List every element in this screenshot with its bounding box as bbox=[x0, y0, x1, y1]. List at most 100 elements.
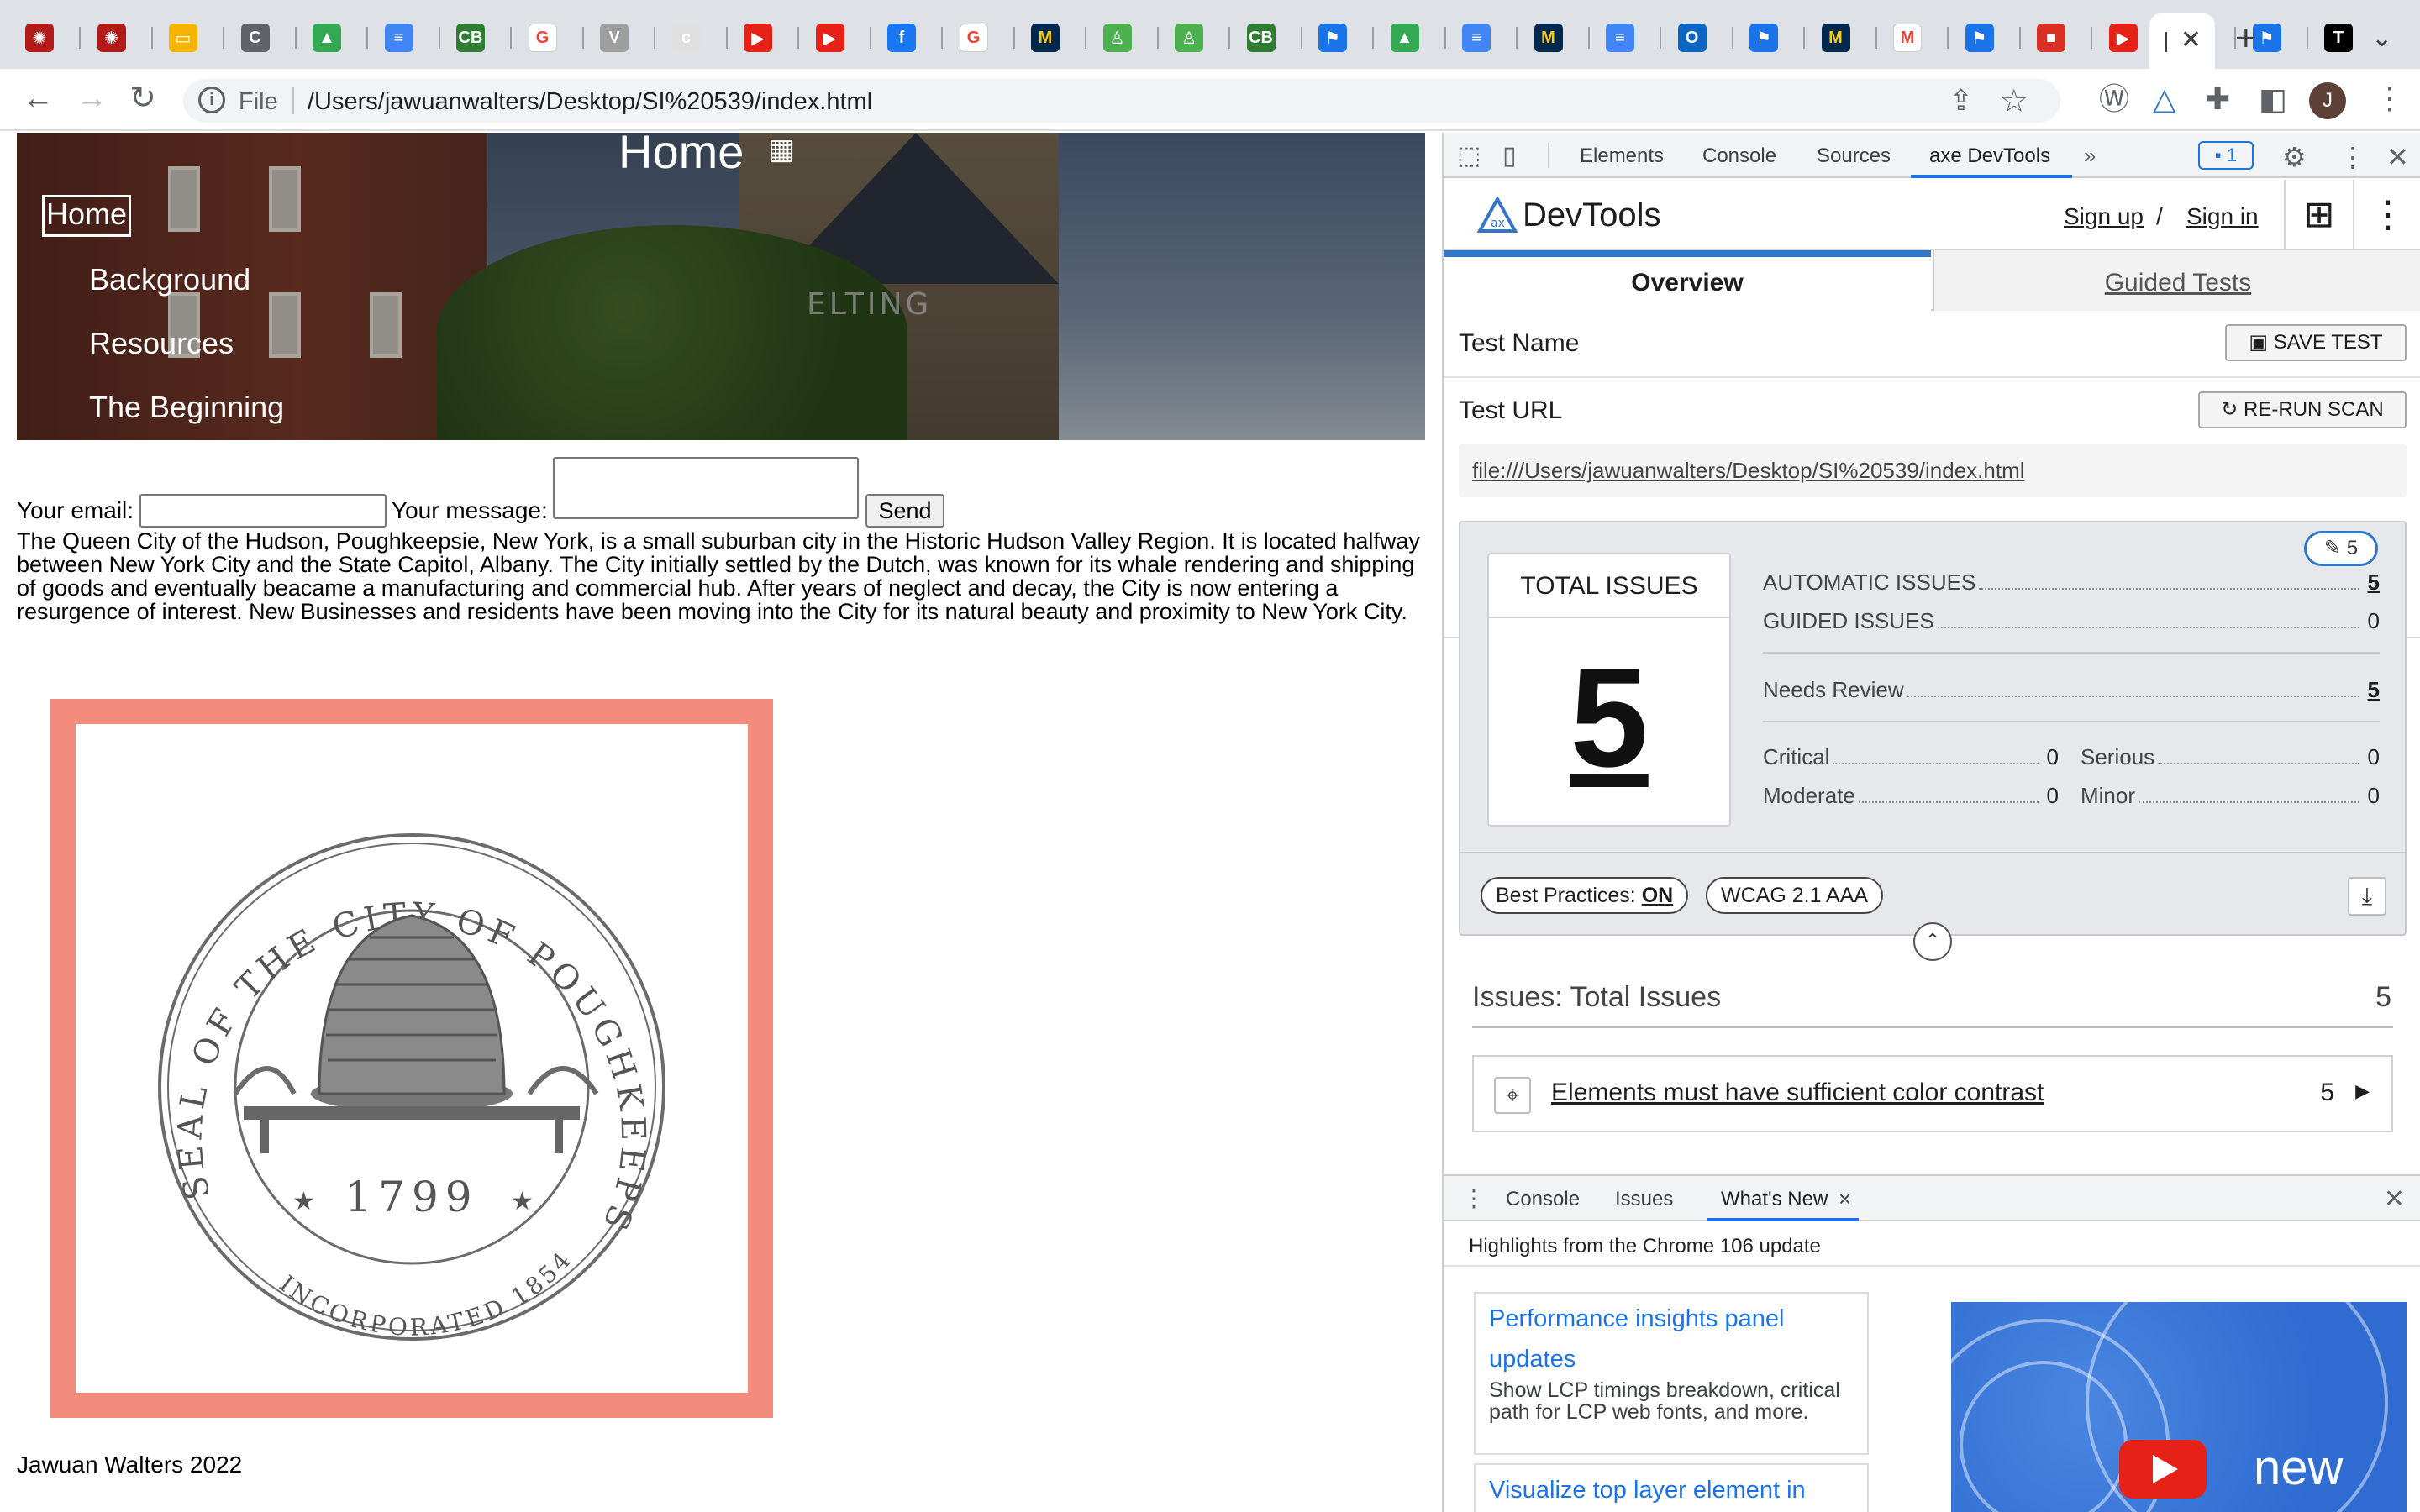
new-tab-button[interactable]: + bbox=[2235, 20, 2257, 57]
csis-icon[interactable]: c bbox=[671, 24, 701, 52]
nav-link-home[interactable]: Home bbox=[42, 195, 132, 237]
rerun-scan-button[interactable]: ↻ RE-RUN SCAN bbox=[2198, 391, 2407, 428]
close-drawer-icon[interactable]: ✕ bbox=[2384, 1184, 2405, 1214]
whats-new-card-title[interactable]: Visualize top layer element in bbox=[1489, 1470, 1854, 1510]
cb-icon[interactable]: CB bbox=[1246, 24, 1276, 52]
vanderbilt-icon[interactable]: V bbox=[600, 24, 629, 52]
test-url-link[interactable]: file:///Users/jawuanwalters/Desktop/SI%2… bbox=[1459, 444, 2407, 497]
tab-guided-tests[interactable]: Guided Tests bbox=[1933, 250, 2420, 311]
bag-icon[interactable]: ■ bbox=[2037, 24, 2065, 52]
more-tabs-chevron-icon[interactable]: » bbox=[2084, 143, 2096, 169]
slides-icon[interactable]: ▭ bbox=[169, 24, 197, 52]
extensions-puzzle-icon[interactable]: ✚ bbox=[2205, 84, 2230, 114]
tab-search-chevron-icon[interactable]: ⌄ bbox=[2371, 24, 2392, 53]
email-field[interactable] bbox=[139, 494, 387, 528]
nyt-icon[interactable]: T bbox=[2324, 24, 2353, 52]
collapse-summary-icon[interactable]: ⌃ bbox=[1913, 922, 1952, 961]
issue-row[interactable]: ⌖ Elements must have sufficient color co… bbox=[1472, 1055, 2393, 1132]
back-icon[interactable]: ← bbox=[22, 82, 54, 114]
michigan-icon[interactable]: M bbox=[1031, 24, 1060, 52]
site-info-icon[interactable]: i bbox=[198, 87, 225, 113]
chevron-right-icon[interactable]: ▶ bbox=[2355, 1080, 2370, 1102]
docs-icon[interactable]: ≡ bbox=[384, 24, 413, 52]
axe-extension-icon[interactable]: △ bbox=[2153, 84, 2176, 114]
new-test-icon[interactable]: ⊞ bbox=[2284, 180, 2353, 250]
michigan-icon[interactable]: M bbox=[1821, 24, 1850, 52]
cb-icon[interactable]: CB bbox=[456, 24, 485, 52]
active-tab[interactable]: ✕ bbox=[2149, 13, 2215, 69]
youtube-icon[interactable]: ▶ bbox=[744, 24, 772, 52]
inspect-element-icon[interactable]: ⬚ bbox=[1457, 141, 1481, 171]
whats-new-video-thumbnail[interactable]: new bbox=[1951, 1302, 2407, 1512]
message-field[interactable] bbox=[553, 457, 859, 519]
whats-new-card[interactable]: Visualize top layer element in bbox=[1474, 1463, 1869, 1512]
whats-new-card[interactable]: Performance insights panel updates Show … bbox=[1474, 1292, 1869, 1455]
nav-link-resources[interactable]: Resources bbox=[89, 323, 284, 386]
send-button[interactable]: Send bbox=[865, 494, 944, 528]
docs-icon[interactable]: ≡ bbox=[1606, 24, 1634, 52]
google-icon[interactable]: G bbox=[959, 24, 988, 52]
flag-icon[interactable]: ⚑ bbox=[1749, 24, 1778, 52]
cornell-icon[interactable]: ✺ bbox=[97, 24, 126, 52]
youtube-play-icon[interactable] bbox=[2119, 1440, 2207, 1499]
device-toolbar-icon[interactable]: ▯ bbox=[1502, 141, 1517, 171]
statue-icon[interactable]: ♙ bbox=[1175, 24, 1203, 52]
drawer-tab-issues[interactable]: Issues bbox=[1615, 1188, 1673, 1211]
stat-value-automatic[interactable]: 5 bbox=[2368, 570, 2380, 596]
statue-icon[interactable]: ♙ bbox=[1102, 24, 1132, 52]
tab-sources[interactable]: Sources bbox=[1817, 144, 1891, 168]
avatar[interactable]: J bbox=[2309, 82, 2346, 119]
side-panel-icon[interactable]: ◧ bbox=[2259, 84, 2287, 114]
issue-title[interactable]: Elements must have sufficient color cont… bbox=[1551, 1079, 2044, 1107]
best-practices-toggle[interactable]: Best Practices: ON bbox=[1481, 877, 1689, 914]
flag-icon[interactable]: ⚑ bbox=[1318, 24, 1347, 52]
tab-elements[interactable]: Elements bbox=[1580, 144, 1664, 168]
wcag-standard-chip[interactable]: WCAG 2.1 AAA bbox=[1706, 877, 1884, 914]
nav-link-background[interactable]: Background bbox=[89, 259, 284, 323]
wordpress-extension-icon[interactable]: Ⓦ bbox=[2099, 84, 2129, 114]
issues-badge[interactable]: ▪ 1 bbox=[2198, 141, 2254, 170]
reload-icon[interactable]: ↻ bbox=[129, 82, 156, 114]
drive-icon[interactable]: ▲ bbox=[313, 24, 341, 52]
flag-icon[interactable]: ⚑ bbox=[1965, 24, 1994, 52]
sign-up-link[interactable]: Sign up bbox=[2064, 203, 2144, 230]
close-devtools-icon[interactable]: ✕ bbox=[2386, 141, 2409, 173]
address-bar[interactable]: i File /Users/jawuanwalters/Desktop/SI%2… bbox=[183, 79, 2060, 123]
save-test-button[interactable]: ▣ SAVE TEST bbox=[2225, 324, 2407, 361]
classroom-icon[interactable]: C bbox=[240, 24, 270, 52]
stat-value-needs-review[interactable]: 5 bbox=[2368, 677, 2380, 703]
browser-menu-icon[interactable]: ⋮ bbox=[2375, 81, 2405, 116]
highlight-target-icon[interactable]: ⌖ bbox=[1494, 1077, 1531, 1114]
url-text[interactable]: /Users/jawuanwalters/Desktop/SI%20539/in… bbox=[308, 88, 872, 116]
gmail-icon[interactable]: M bbox=[1893, 24, 1922, 52]
forward-icon[interactable]: → bbox=[76, 82, 108, 114]
settings-gear-icon[interactable]: ⚙ bbox=[2282, 141, 2307, 173]
share-icon[interactable]: ⇪ bbox=[1949, 84, 1974, 118]
cornell-icon[interactable]: ✺ bbox=[25, 24, 54, 52]
axe-menu-icon[interactable]: ⋮ bbox=[2353, 180, 2420, 250]
youtube-icon[interactable]: ▶ bbox=[2108, 24, 2138, 52]
tab-axe-devtools[interactable]: axe DevTools bbox=[1929, 144, 2050, 168]
edit-count-pill[interactable]: ✎ 5 bbox=[2304, 531, 2378, 566]
close-whats-new-icon[interactable]: × bbox=[1839, 1186, 1851, 1212]
bookmark-star-icon[interactable]: ☆ bbox=[2000, 82, 2028, 120]
sign-in-link[interactable]: Sign in bbox=[2186, 203, 2259, 230]
total-issues-value[interactable]: 5 bbox=[1489, 618, 1729, 816]
whats-new-card-title[interactable]: Performance insights panel updates bbox=[1489, 1299, 1854, 1379]
tab-console[interactable]: Console bbox=[1702, 144, 1776, 168]
drawer-tab-whats-new[interactable]: What's New bbox=[1721, 1188, 1828, 1211]
download-icon[interactable]: ⤓ bbox=[2348, 877, 2386, 916]
drive-icon[interactable]: ▲ bbox=[1390, 24, 1419, 52]
nav-link-the-beginning[interactable]: The Beginning bbox=[89, 386, 284, 440]
tab-overview[interactable]: Overview bbox=[1444, 250, 1931, 311]
outlook-icon[interactable]: O bbox=[1677, 24, 1707, 52]
drawer-tab-console[interactable]: Console bbox=[1506, 1188, 1580, 1211]
drawer-menu-icon[interactable]: ⋮ bbox=[1462, 1184, 1486, 1212]
facebook-icon[interactable]: f bbox=[887, 24, 916, 52]
docs-icon[interactable]: ≡ bbox=[1462, 24, 1491, 52]
close-tab-icon[interactable]: ✕ bbox=[2181, 25, 2202, 55]
youtube-icon[interactable]: ▶ bbox=[815, 24, 844, 52]
google-icon[interactable]: G bbox=[528, 24, 557, 52]
michigan-icon[interactable]: M bbox=[1534, 24, 1563, 52]
devtools-menu-icon[interactable]: ⋮ bbox=[2339, 141, 2366, 173]
